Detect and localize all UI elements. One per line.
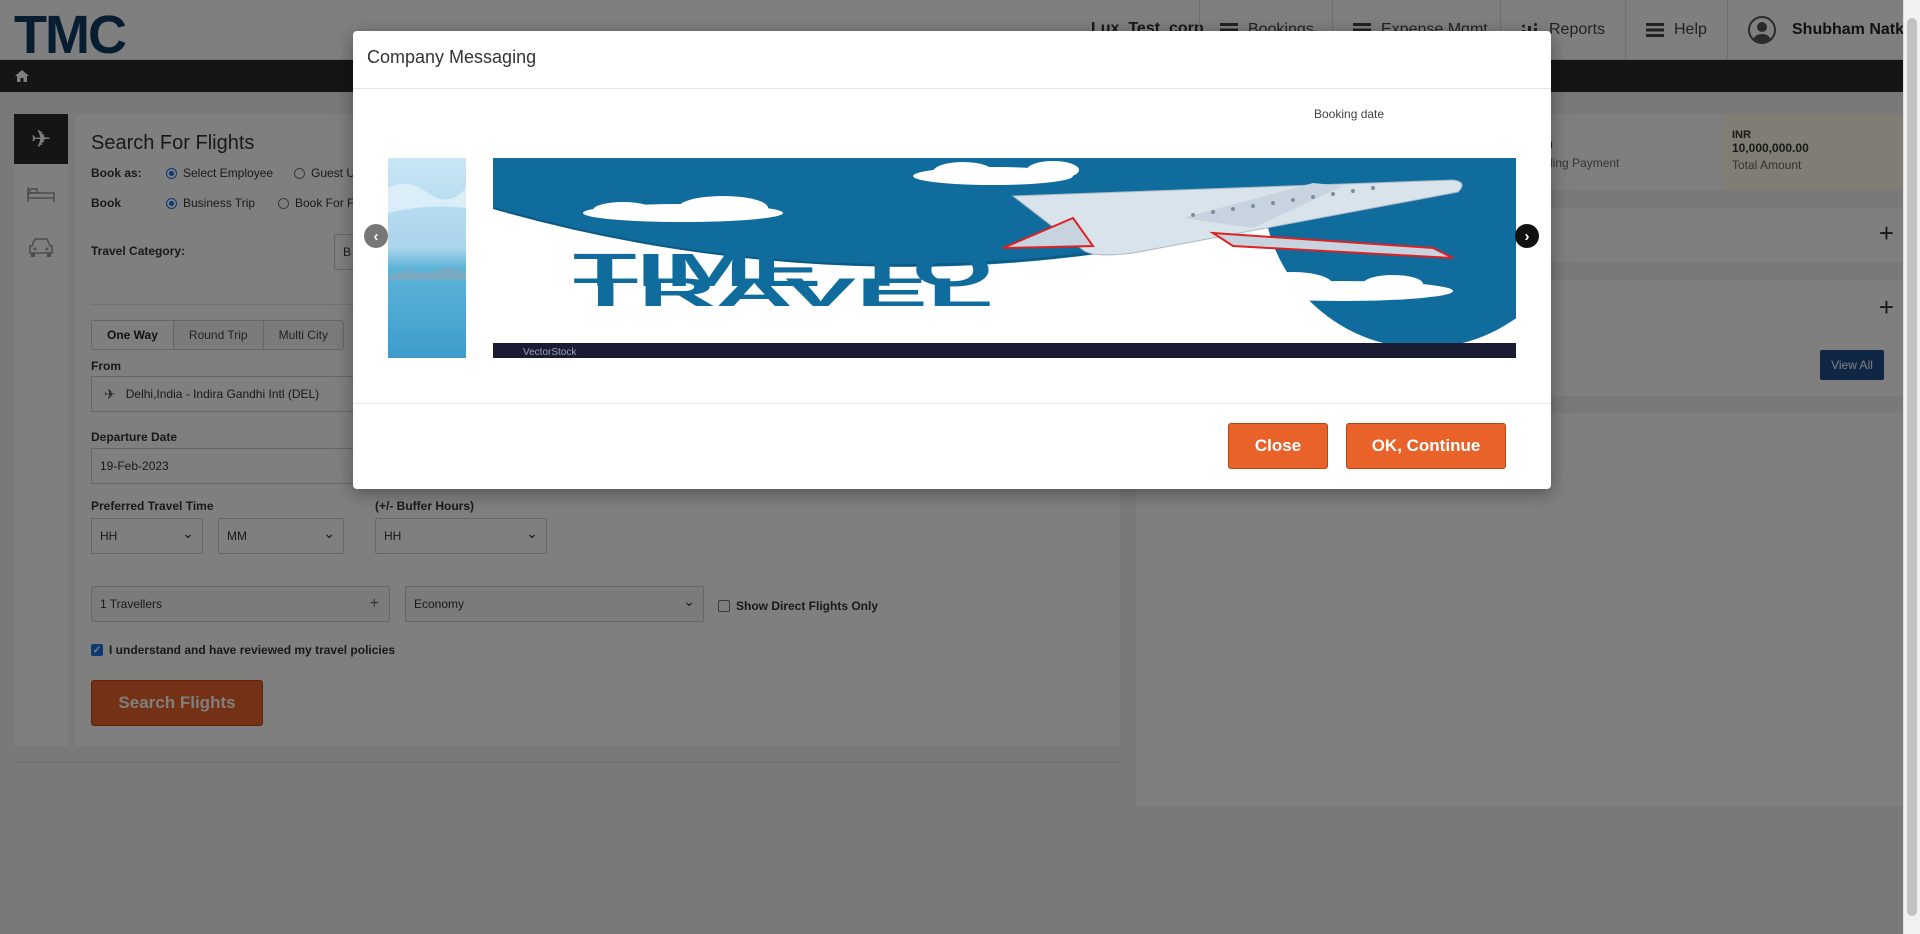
- time-to-travel-banner: TIME TO TRAVEL VectorStock: [493, 158, 1516, 358]
- carousel-next-arrow-icon[interactable]: ›: [1515, 224, 1539, 248]
- close-button[interactable]: Close: [1228, 423, 1328, 469]
- carousel-prev-arrow-icon[interactable]: ‹: [364, 224, 388, 248]
- ok-continue-button[interactable]: OK, Continue: [1346, 423, 1506, 469]
- page-scrollbar[interactable]: [1903, 0, 1920, 934]
- modal-header: Company Messaging: [353, 31, 1551, 89]
- company-messaging-modal: Company Messaging Booking date TIME TO T…: [353, 31, 1551, 489]
- banner-headline-line2: TRAVEL: [573, 271, 993, 315]
- previous-slide-image: [388, 158, 466, 358]
- booking-date-label: Booking date: [1314, 107, 1385, 121]
- modal-title: Company Messaging: [367, 47, 537, 67]
- scrollbar-thumb[interactable]: [1907, 18, 1917, 916]
- modal-footer-divider: [353, 403, 1551, 404]
- banner-watermark: VectorStock: [523, 347, 577, 358]
